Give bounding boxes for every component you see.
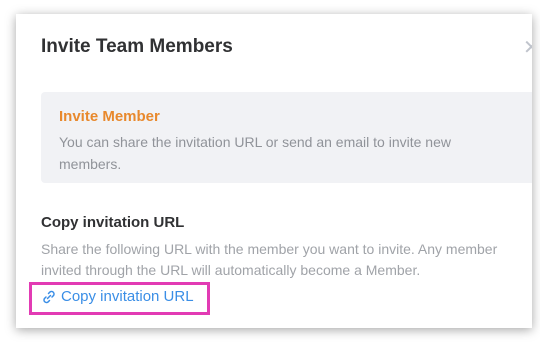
copy-invitation-url-label: Copy invitation URL	[61, 288, 194, 305]
copy-url-section-title: Copy invitation URL	[41, 214, 185, 231]
copy-url-section-description: Share the following URL with the member …	[41, 241, 498, 278]
invite-dialog: Invite Team Members ✕ Invite Member You …	[16, 14, 532, 328]
link-icon	[43, 290, 55, 303]
close-icon[interactable]: ✕	[523, 36, 532, 60]
info-title: Invite Member	[59, 108, 160, 125]
info-text: You can share the invitation URL or send…	[59, 134, 451, 172]
copy-invitation-url-link[interactable]: Copy invitation URL	[41, 288, 194, 305]
dialog-title: Invite Team Members	[41, 36, 233, 57]
invite-member-info-box: Invite Member You can share the invitati…	[41, 92, 532, 183]
